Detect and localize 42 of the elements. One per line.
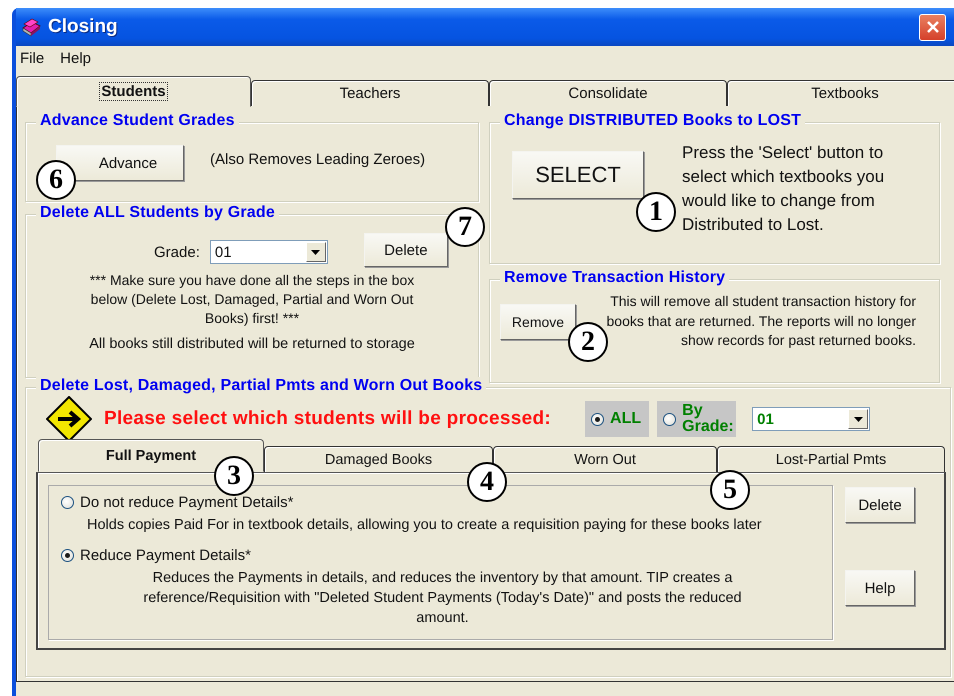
tab[interactable]: Lost-Partial Pmts [717, 446, 945, 472]
dropdown-arrow-icon [311, 250, 320, 254]
tab[interactable]: Teachers [251, 80, 489, 106]
action-button[interactable]: Delete [845, 487, 915, 523]
dropdown-arrow-icon [854, 416, 863, 422]
grade-dropdown[interactable]: 01 [752, 407, 870, 431]
description-text: Press the 'Select' button to select which textbooks you would like to change from Distributed to Lost. [682, 142, 886, 236]
option-description: Holds copies Paid For in textbook details, allowing you to create a requisition paying for these books later [86, 517, 763, 533]
tab[interactable]: Textbooks [727, 80, 954, 106]
tab[interactable]: Worn Out [493, 446, 717, 472]
grade-label: Grade: [154, 244, 200, 260]
close-icon [926, 20, 940, 34]
group-title: Change DISTRIBUTED Books to LOST [500, 112, 806, 130]
radio-label: Reduce Payment Details* [80, 547, 251, 564]
tab[interactable]: Students [16, 76, 251, 107]
radio-button[interactable] [663, 412, 676, 426]
tab[interactable]: Consolidate [489, 80, 727, 106]
radio-button[interactable] [591, 412, 604, 426]
select-button[interactable]: SELECT [512, 151, 644, 199]
grade-dropdown[interactable]: 01 [210, 240, 328, 264]
menu-item[interactable]: File [20, 50, 44, 66]
group-title: Remove Transaction History [500, 269, 730, 287]
delete-button[interactable]: Delete [364, 233, 448, 267]
option-description: Reduces the Payments in details, and reduces the inventory by that amount. TIP creates a reference/Requisition with "Deleted Student Payments (Today's Date)" and posts the reduced amount. [142, 569, 743, 628]
description-text: This will remove all student transaction history for books that are returned. The reports will no longer show records for past returned books. [606, 292, 916, 350]
menu-item[interactable]: Help [60, 50, 92, 66]
close-button[interactable] [919, 14, 946, 40]
action-button[interactable]: Help [845, 570, 915, 606]
radio-button[interactable] [61, 549, 74, 562]
radio-button[interactable] [61, 496, 74, 509]
note-text: (Also Removes Leading Zeroes) [210, 150, 426, 168]
note-text: All books still distributed will be returned to storage [88, 336, 416, 352]
radio-label: ALL [610, 410, 642, 428]
books-icon [20, 16, 42, 38]
tab[interactable]: Damaged Books [264, 446, 493, 472]
radio-label: Do not reduce Payment Details* [80, 494, 294, 511]
warning-text: *** Make sure you have done all the steps in the box below (Delete Lost, Damaged, Partial and Worn Out Books) first! *** [88, 271, 416, 328]
prompt-text: Please select which students will be processed: [104, 408, 552, 430]
group-title: Delete Lost, Damaged, Partial Pmts and Worn Out Books [36, 377, 486, 395]
group-title: Delete ALL Students by Grade [36, 204, 279, 222]
remove-button[interactable]: Remove [500, 304, 576, 340]
window-title: Closing [48, 16, 118, 38]
